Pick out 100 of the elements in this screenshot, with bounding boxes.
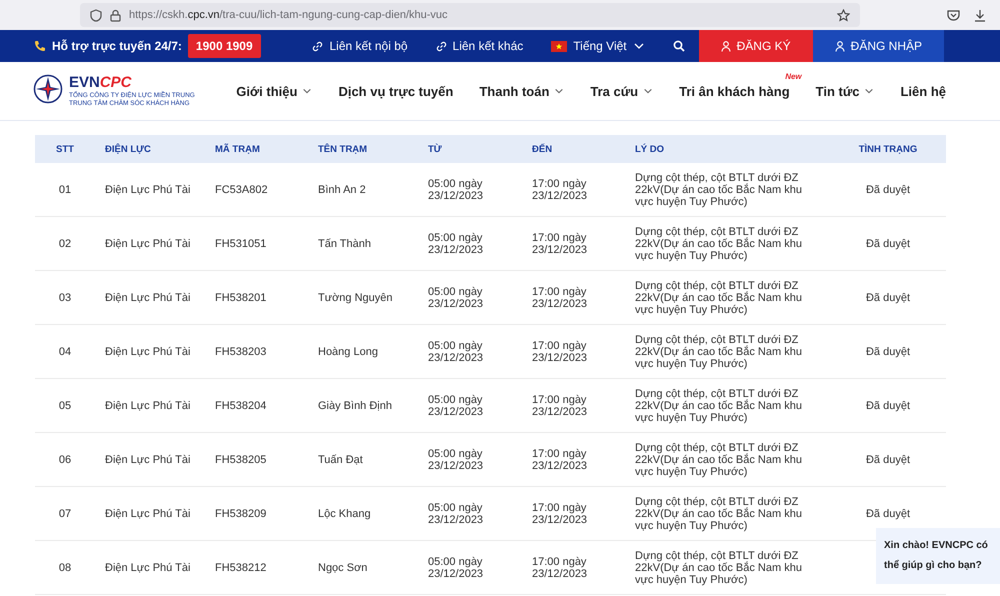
support-label: Hỗ trợ trực tuyến 24/7: bbox=[52, 39, 182, 53]
table-cell: 02 bbox=[58, 238, 72, 250]
user-icon bbox=[834, 40, 845, 52]
table-cell: 17:00 ngày 23/12/2023 bbox=[532, 340, 588, 364]
nav-item[interactable]: Liên hệ bbox=[900, 84, 946, 98]
table-cell: Đã duyệt bbox=[866, 454, 910, 466]
login-button[interactable]: ĐĂNG NHẬP bbox=[812, 30, 944, 62]
table-cell: 17:00 ngày 23/12/2023 bbox=[532, 232, 588, 256]
column-header: ĐẾN bbox=[522, 135, 625, 163]
table-cell: 01 bbox=[58, 184, 72, 196]
link-icon bbox=[436, 40, 447, 52]
table-cell: Đã duyệt bbox=[866, 238, 910, 250]
table-cell: Tuấn Đạt bbox=[318, 454, 363, 466]
table-cell: FC53A802 bbox=[215, 184, 268, 196]
search-icon bbox=[672, 40, 685, 52]
table-cell: FH538203 bbox=[215, 346, 266, 358]
table-cell: 05:00 ngày 23/12/2023 bbox=[428, 340, 484, 364]
table-cell: FH538204 bbox=[215, 400, 266, 412]
table-cell: 05:00 ngày 23/12/2023 bbox=[428, 502, 484, 526]
table-cell: Dựng cột thép, cột BTLT dưới ĐZ 22kV(Dự án cao tốc Bắc Nam khu vực huyện Tuy Phước) bbox=[635, 442, 802, 478]
download-icon[interactable] bbox=[974, 8, 986, 22]
chat-bubble[interactable]: Xin chào! EVNCPC có thể giúp gì cho bạn? bbox=[876, 528, 1000, 584]
nav-item[interactable]: Tin tức bbox=[816, 84, 874, 98]
table-cell: 17:00 ngày 23/12/2023 bbox=[532, 286, 588, 310]
table-cell: 17:00 ngày 23/12/2023 bbox=[532, 502, 588, 526]
nav-item[interactable]: Giới thiệu bbox=[236, 84, 312, 98]
column-header: TÌNH TRẠNG bbox=[830, 135, 946, 163]
column-header: TỪ bbox=[418, 135, 522, 163]
phone-icon bbox=[34, 40, 46, 52]
table-cell: Điện Lực Phú Tài bbox=[105, 454, 190, 466]
table-cell: 05:00 ngày 23/12/2023 bbox=[428, 178, 484, 202]
table-cell: Đã duyệt bbox=[866, 400, 910, 412]
hotline-number[interactable]: 1900 1909 bbox=[188, 34, 261, 58]
table-cell: Điện Lực Phú Tài bbox=[105, 184, 190, 196]
new-label: New bbox=[785, 72, 802, 80]
top-link[interactable]: Liên kết nội bộ bbox=[298, 30, 422, 62]
table-cell: FH538209 bbox=[215, 508, 266, 520]
flag-icon bbox=[551, 40, 568, 52]
table-cell: 05:00 ngày 23/12/2023 bbox=[428, 556, 484, 580]
table-cell: FH538212 bbox=[215, 562, 266, 574]
link-icon bbox=[312, 40, 324, 52]
shield-icon bbox=[90, 8, 102, 22]
column-header: STT bbox=[35, 135, 95, 163]
table-cell: Dựng cột thép, cột BTLT dưới ĐZ 22kV(Dự án cao tốc Bắc Nam khu vực huyện Tuy Phước) bbox=[635, 280, 802, 316]
table-cell: Điện Lực Phú Tài bbox=[105, 292, 190, 304]
table-cell: FH538201 bbox=[215, 292, 266, 304]
user-icon bbox=[720, 40, 731, 52]
table-cell: Bình An 2 bbox=[318, 184, 366, 196]
table-cell: 05:00 ngày 23/12/2023 bbox=[428, 286, 484, 310]
table-cell: 17:00 ngày 23/12/2023 bbox=[532, 448, 588, 472]
table-cell: Đã duyệt bbox=[866, 184, 910, 196]
table-cell: Đã duyệt bbox=[866, 292, 910, 304]
table-cell: 17:00 ngày 23/12/2023 bbox=[532, 556, 588, 580]
lock-icon bbox=[110, 8, 121, 22]
nav-item[interactable]: Tra cứu bbox=[590, 84, 654, 98]
table-cell: Điện Lực Phú Tài bbox=[105, 562, 190, 574]
table-cell: 04 bbox=[58, 346, 72, 358]
table-cell: Điện Lực Phú Tài bbox=[105, 238, 190, 250]
table-cell: Dựng cột thép, cột BTLT dưới ĐZ 22kV(Dự án cao tốc Bắc Nam khu vực huyện Tuy Phước) bbox=[635, 226, 802, 262]
table-cell: Đã duyệt bbox=[866, 346, 910, 358]
table-cell: 05:00 ngày 23/12/2023 bbox=[428, 448, 484, 472]
table-cell: FH531051 bbox=[215, 238, 266, 250]
column-header: ĐIỆN LỰC bbox=[95, 135, 205, 163]
column-header: MÃ TRẠM bbox=[205, 135, 308, 163]
table-cell: FH538205 bbox=[215, 454, 266, 466]
table-cell: Giày Bình Định bbox=[318, 400, 392, 412]
nav-item[interactable]: Thanh toán bbox=[479, 84, 564, 98]
table-cell: 08 bbox=[58, 562, 72, 574]
column-header: LÝ DO bbox=[625, 135, 830, 163]
table-cell: Ngọc Sơn bbox=[318, 562, 368, 574]
nav-item[interactable]: Dịch vụ trực tuyến bbox=[338, 84, 454, 98]
table-cell: 05 bbox=[58, 400, 72, 412]
table-cell: Điện Lực Phú Tài bbox=[105, 508, 190, 520]
table-cell: Đã duyệt bbox=[866, 508, 910, 520]
table-cell: 06 bbox=[58, 454, 72, 466]
table-cell: Dựng cột thép, cột BTLT dưới ĐZ 22kV(Dự án cao tốc Bắc Nam khu vực huyện Tuy Phước) bbox=[635, 334, 802, 370]
logo-icon bbox=[33, 74, 63, 104]
table-cell: Lộc Khang bbox=[318, 508, 371, 520]
table-cell: Dựng cột thép, cột BTLT dưới ĐZ 22kV(Dự án cao tốc Bắc Nam khu vực huyện Tuy Phước) bbox=[635, 496, 802, 532]
brand-name: EVNCPC bbox=[69, 74, 133, 91]
table-cell: Điện Lực Phú Tài bbox=[105, 346, 190, 358]
table-cell: 03 bbox=[58, 292, 72, 304]
table-cell: 17:00 ngày 23/12/2023 bbox=[532, 394, 588, 418]
table-cell: Tấn Thành bbox=[318, 238, 372, 250]
nav-item[interactable]: Tri ân khách hàng bbox=[679, 84, 790, 98]
table-cell: Hoàng Long bbox=[318, 346, 378, 358]
column-header: TÊN TRẠM bbox=[308, 135, 418, 163]
table-cell: Dựng cột thép, cột BTLT dưới ĐZ 22kV(Dự án cao tốc Bắc Nam khu vực huyện Tuy Phước) bbox=[635, 172, 802, 208]
table-cell: 17:00 ngày 23/12/2023 bbox=[532, 178, 588, 202]
top-link[interactable]: Liên kết khác bbox=[422, 30, 538, 62]
pocket-icon[interactable] bbox=[947, 8, 960, 20]
table-cell: 07 bbox=[58, 508, 72, 520]
table-cell: Dựng cột thép, cột BTLT dưới ĐZ 22kV(Dự án cao tốc Bắc Nam khu vực huyện Tuy Phước) bbox=[635, 550, 802, 586]
star-icon[interactable] bbox=[837, 8, 850, 22]
register-button[interactable]: ĐĂNG KÝ bbox=[698, 30, 813, 62]
table-cell: Dựng cột thép, cột BTLT dưới ĐZ 22kV(Dự án cao tốc Bắc Nam khu vực huyện Tuy Phước) bbox=[635, 388, 802, 424]
table-cell: 05:00 ngày 23/12/2023 bbox=[428, 394, 484, 418]
language-selector[interactable]: Tiếng Việt bbox=[537, 30, 659, 62]
table-cell: Tường Nguyên bbox=[318, 292, 393, 304]
table-cell: Điện Lực Phú Tài bbox=[105, 400, 190, 412]
